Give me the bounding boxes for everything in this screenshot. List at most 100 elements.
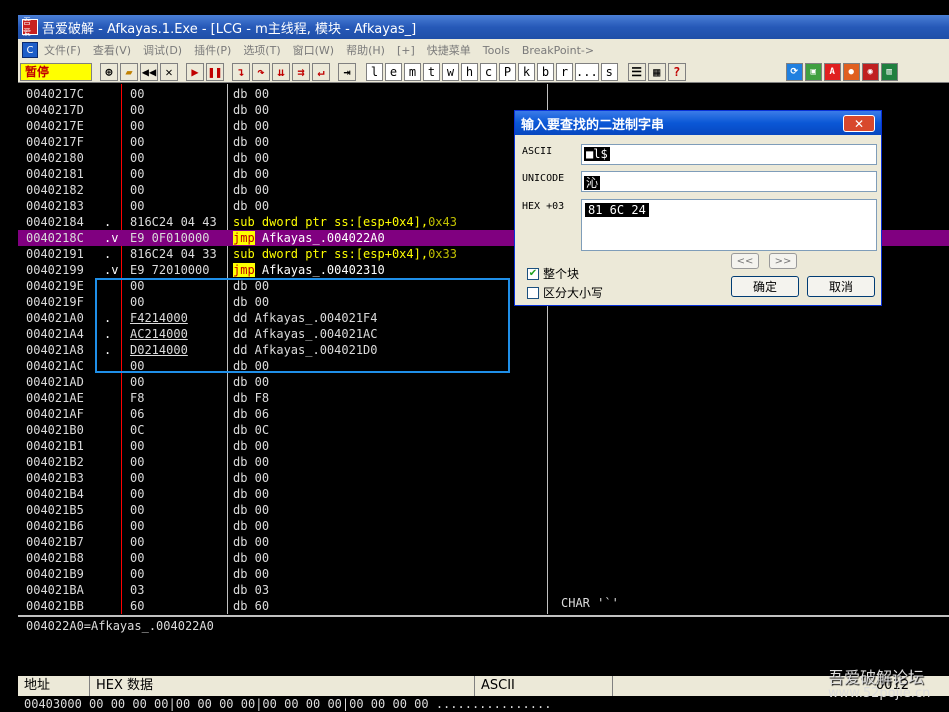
prev-button[interactable]: <<	[731, 253, 759, 269]
row-address: 0040217F	[26, 135, 84, 149]
goto-icon[interactable]: ⇥	[338, 62, 356, 81]
status-paused: 暂停	[20, 62, 92, 81]
disasm-row[interactable]: 004021B2 00 db 00	[18, 454, 949, 470]
row-disasm: dd Afkayas_.004021AC	[233, 327, 378, 341]
cpu-window-icon[interactable]: C	[22, 42, 38, 58]
disasm-row[interactable]: 004021AF 06 db 06	[18, 406, 949, 422]
toolbar-letter-e[interactable]: e	[385, 62, 402, 81]
disasm-row[interactable]: 004021AD 00 db 00	[18, 374, 949, 390]
disasm-row[interactable]: 004021B0 0C db 0C	[18, 422, 949, 438]
disasm-row[interactable]: 004021B1 00 db 00	[18, 438, 949, 454]
disasm-row[interactable]: 004021B4 00 db 00	[18, 486, 949, 502]
refresh-icon[interactable]: ⟳	[785, 62, 803, 81]
disasm-row[interactable]: 004021BA 03 db 03	[18, 582, 949, 598]
dump-col-hex[interactable]: HEX 数据	[90, 676, 475, 696]
menu-breakpoint[interactable]: BreakPoint->	[522, 44, 594, 57]
menu-debug[interactable]: 调试(D)	[143, 42, 182, 58]
whole-block-checkbox[interactable]: ✔ 整个块	[527, 265, 579, 282]
menu-plugins[interactable]: 插件(P)	[194, 42, 231, 58]
menu-help[interactable]: 帮助(H)	[346, 42, 385, 58]
watermark-url: www.52pojie.cn	[828, 686, 931, 701]
toolbar-letter-c[interactable]: c	[480, 62, 497, 81]
help-icon[interactable]: ?	[667, 62, 686, 81]
toolbar-letter-t[interactable]: t	[423, 62, 440, 81]
rewind-icon[interactable]: ◀◀	[140, 62, 158, 81]
menu-tools[interactable]: Tools	[483, 44, 510, 57]
info-line: 004022A0=Afkayas_.004022A0	[26, 619, 214, 633]
next-button[interactable]: >>	[769, 253, 797, 269]
hex-input[interactable]: 81 6C 24	[581, 199, 877, 251]
menu-view[interactable]: 查看(V)	[93, 42, 131, 58]
row-disasm: db 00	[233, 487, 270, 501]
disasm-row[interactable]: 004021B5 00 db 00	[18, 502, 949, 518]
row-address: 00402184	[26, 215, 84, 229]
toolbar-letter-s[interactable]: s	[600, 62, 618, 81]
toolbar-letter-dots[interactable]: ...	[575, 62, 599, 81]
row-hex: F8	[130, 391, 145, 405]
row-hex: 816C24 04 43	[130, 215, 217, 229]
disasm-row[interactable]: 004021A4. AC214000 dd Afkayas_.004021AC	[18, 326, 949, 342]
menu-shortcut[interactable]: 快捷菜单	[427, 42, 471, 58]
run-icon[interactable]: ▶	[186, 62, 204, 81]
plugin-icon-a[interactable]: A	[823, 62, 841, 81]
plugin-icon-3[interactable]: ◉	[861, 62, 879, 81]
trace-into-icon[interactable]: ⇊	[272, 62, 290, 81]
row-disasm: db 00	[233, 135, 270, 149]
unicode-input[interactable]: 沁	[581, 171, 877, 192]
disasm-row[interactable]: 004021AC 00 db 00	[18, 358, 949, 374]
row-address: 00402180	[26, 151, 84, 165]
menu-plus[interactable]: [+]	[397, 44, 415, 57]
menu-file[interactable]: 文件(F)	[44, 42, 81, 58]
toolbar-letter-h[interactable]: h	[461, 62, 478, 81]
toolbar-letter-P[interactable]: P	[499, 62, 516, 81]
dump-col-addr[interactable]: 地址	[18, 676, 90, 696]
dump-col-ascii[interactable]: ASCII	[475, 676, 613, 696]
grid-icon[interactable]: ▦	[647, 62, 666, 81]
trace-over-icon[interactable]: ⇉	[292, 62, 310, 81]
row-hex: 06	[130, 407, 145, 421]
row-disasm: db 00	[233, 503, 270, 517]
checkmark-icon: ✔	[527, 267, 539, 280]
disasm-row[interactable]: 0040217C 00 db 00	[18, 86, 949, 102]
toolbar-letter-k[interactable]: k	[518, 62, 535, 81]
folder-icon[interactable]: ▰	[120, 62, 138, 81]
list-icon[interactable]: ☰	[627, 62, 646, 81]
disasm-row[interactable]: 004021B3 00 db 00	[18, 470, 949, 486]
step-into-icon[interactable]: ↴	[232, 62, 250, 81]
toolbar-letter-w[interactable]: w	[442, 62, 459, 81]
plugin-icon-2[interactable]: ●	[842, 62, 860, 81]
row-hex: 00	[130, 439, 145, 453]
toolbar-letter-r[interactable]: r	[556, 62, 573, 81]
ok-button[interactable]: 确定	[731, 276, 799, 297]
toolbar-letter-m[interactable]: m	[404, 62, 421, 81]
disasm-row[interactable]: 004021A0. F4214000 dd Afkayas_.004021F4	[18, 310, 949, 326]
toolbar-letter-b[interactable]: b	[537, 62, 554, 81]
disasm-row[interactable]: 004021B9 00 db 00	[18, 566, 949, 582]
dialog-close-button[interactable]: ✕	[843, 115, 875, 132]
menu-window[interactable]: 窗口(W)	[293, 42, 334, 58]
case-sensitive-checkbox[interactable]: 区分大小写	[527, 284, 603, 301]
row-disasm: db 00	[233, 455, 270, 469]
plugin-icon-4[interactable]: ▥	[880, 62, 898, 81]
dump-row[interactable]: 00403000 00 00 00 00|00 00 00 00|00 00 0…	[18, 696, 949, 712]
execute-till-return-icon[interactable]: ↵	[312, 62, 330, 81]
disasm-row[interactable]: 004021A8. D0214000 dd Afkayas_.004021D0	[18, 342, 949, 358]
step-over-icon[interactable]: ↷	[252, 62, 270, 81]
ascii-input[interactable]: ■l$	[581, 144, 877, 165]
plugin-icon-1[interactable]: ▣	[804, 62, 822, 81]
menu-options[interactable]: 选项(T)	[243, 42, 280, 58]
dialog-titlebar[interactable]: 输入要查找的二进制字串 ✕	[515, 111, 881, 135]
disasm-row[interactable]: 004021B7 00 db 00	[18, 534, 949, 550]
window-titlebar[interactable]: 吾爱 吾爱破解 - Afkayas.1.Exe - [LCG - m主线程, 模…	[18, 15, 949, 39]
cancel-button[interactable]: 取消	[807, 276, 875, 297]
disasm-row[interactable]: 004021B6 00 db 00	[18, 518, 949, 534]
close-process-icon[interactable]: ✕	[160, 62, 178, 81]
disasm-row[interactable]: 004021BB 60 db 60	[18, 598, 949, 614]
row-address: 004021BA	[26, 583, 84, 597]
open-icon[interactable]: ⊕	[100, 62, 118, 81]
disasm-row[interactable]: 004021AE F8 db F8	[18, 390, 949, 406]
disasm-row[interactable]: 004021B8 00 db 00	[18, 550, 949, 566]
toolbar-letter-l[interactable]: l	[366, 62, 383, 81]
pause-icon[interactable]: ❚❚	[206, 62, 224, 81]
row-disasm: dd Afkayas_.004021F4	[233, 311, 378, 325]
